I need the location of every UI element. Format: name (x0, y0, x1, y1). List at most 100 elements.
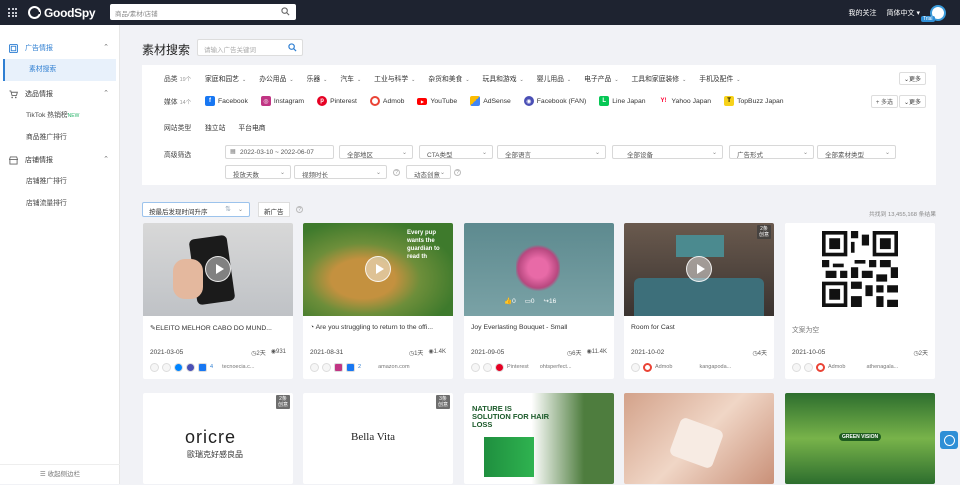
category-item[interactable]: 家庭和园艺 ⌄ (205, 73, 246, 83)
category-item[interactable]: 工具和家庭装修 ⌄ (632, 73, 687, 83)
search-icon[interactable] (288, 43, 297, 52)
chevron-up-icon[interactable]: ⌃ (103, 43, 109, 51)
ad-thumbnail[interactable]: Every pup wants the guardian to read th (303, 223, 453, 316)
ad-thumbnail[interactable]: 👍0 ▭0 ↪16 (464, 223, 614, 316)
ad-card[interactable]: Every pup wants the guardian to read th … (303, 223, 453, 379)
ad-card[interactable]: ORICRE 歐瑞克好感良品 2条 创意 (143, 393, 293, 484)
chevron-up-icon[interactable]: ⌃ (103, 89, 109, 97)
language-filter-select[interactable]: 全部语言 ⌄ (497, 145, 606, 159)
media-youtube[interactable]: ▶ YouTube (417, 97, 457, 105)
ad-days-select[interactable]: 投放天数 ⌄ (225, 165, 291, 179)
category-item[interactable]: 杂货和美食 ⌄ (428, 73, 469, 83)
sidebar-item-store-traffic-ranking[interactable]: 店铺流量排行 (0, 193, 119, 215)
category-item[interactable]: 婴儿用品 ⌄ (537, 73, 571, 83)
sort-select[interactable]: 按最后发现时间升序 ⇅ ⌄ (142, 202, 250, 217)
media-facebook-fan[interactable]: ◉ Facebook (FAN) (523, 96, 586, 106)
adsense-icon (470, 96, 481, 106)
category-item[interactable]: 工业与科学 ⌄ (374, 73, 415, 83)
painting-image (676, 235, 724, 257)
help-icon[interactable]: ? (454, 169, 461, 176)
chevron-up-icon[interactable]: ⌃ (103, 155, 109, 163)
ad-card[interactable]: ✎ELEITO MELHOR CABO DO MUND... 2021-03-0… (143, 223, 293, 379)
avatar[interactable]: Trial (921, 4, 946, 22)
sidebar-item-store-promo-ranking[interactable]: 店铺推广排行 (0, 171, 119, 193)
ad-thumbnail[interactable] (785, 223, 935, 316)
media-adsense[interactable]: AdSense (470, 96, 511, 106)
card-domain[interactable]: kangapoda... (699, 364, 731, 370)
device-icon (792, 362, 801, 372)
media-pinterest[interactable]: p Pinterest (317, 96, 357, 106)
language-select[interactable]: 简体中文 ▾ (887, 8, 920, 18)
eye-icon: ◉11.4K (586, 349, 607, 355)
device-icon (150, 362, 159, 372)
category-item[interactable]: 电子产品 ⌄ (584, 73, 618, 83)
category-label: 品类 19个 (164, 76, 192, 83)
keyword-search-input[interactable]: 请输入广告关键词 (197, 39, 303, 56)
cta-select[interactable]: CTA类型 ⌄ (419, 145, 493, 159)
sidebar-section-ad-intel[interactable]: 广告情报 ⌃ (0, 37, 119, 59)
card-footer: 4 tecnoecia.c... (150, 361, 288, 373)
top-bar: GoodSpy 商品/素材/店铺 我的关注 简体中文 ▾ Trial (0, 0, 960, 25)
messenger-icon (174, 362, 183, 372)
search-icon[interactable] (281, 7, 290, 16)
card-domain[interactable]: tecnoecia.c... (222, 364, 254, 370)
category-more-button[interactable]: ⌄更多 (898, 71, 926, 85)
material-type-select[interactable]: 全部素材类型 ⌄ (817, 145, 896, 159)
trial-badge: Trial (921, 15, 935, 22)
ad-card[interactable]: NATURE IS SOLUTION FOR HAIR LOSS (464, 393, 614, 484)
media-facebook[interactable]: f Facebook (205, 96, 248, 106)
ad-thumbnail[interactable]: 2条 创意 (624, 223, 774, 316)
ad-card[interactable]: Bella Vita 3条 创意 (303, 393, 453, 484)
device-select[interactable]: 全部设备 ⌄ (612, 145, 723, 159)
help-icon[interactable]: ? (393, 169, 400, 176)
media-more-button[interactable]: ⌄更多 (898, 94, 926, 108)
collapse-sidebar-button[interactable]: ☰ 收起侧边栏 (0, 464, 120, 484)
sidebar-item-tiktok-hot[interactable]: TikTok 热销榜NEW (0, 105, 119, 127)
category-item[interactable]: 汽车 ⌄ (340, 73, 361, 83)
logo[interactable]: GoodSpy (28, 5, 96, 20)
sidebar-section-product-intel[interactable]: 选品情报 ⌃ (0, 83, 119, 105)
media-admob[interactable]: Admob (369, 96, 404, 106)
date-range-picker[interactable]: ▦ 2022-03-10 ~ 2022-06-07 (225, 145, 334, 159)
help-icon[interactable]: ? (296, 206, 303, 213)
ad-card[interactable] (624, 393, 774, 484)
card-domain[interactable]: ohtsperfect... (540, 364, 572, 370)
category-item[interactable]: 玩具和游戏 ⌄ (483, 73, 524, 83)
multi-select-button[interactable]: + 多选 (870, 94, 898, 108)
site-type-platform[interactable]: 平台电商 (238, 122, 265, 132)
sidebar-item-material-search[interactable]: 素材搜索 (3, 59, 116, 81)
video-length-select[interactable]: 视频时长 ⌄ (294, 165, 387, 179)
global-search-input[interactable]: 商品/素材/店铺 (110, 4, 296, 20)
chat-support-button[interactable] (940, 431, 958, 449)
my-follow-link[interactable]: 我的关注 (849, 8, 877, 18)
card-domain[interactable]: athenagala... (866, 364, 898, 370)
new-ads-toggle[interactable]: 新广告 (258, 202, 290, 217)
admob-icon (643, 362, 652, 372)
qr-code-image (822, 231, 898, 307)
play-icon[interactable] (686, 256, 712, 282)
media-yahoo-japan[interactable]: Y! Yahoo Japan (658, 96, 711, 106)
media-line-japan[interactable]: L Line Japan (599, 96, 646, 106)
region-select[interactable]: 全部地区 ⌄ (339, 145, 413, 159)
play-icon[interactable] (205, 256, 231, 282)
ad-thumbnail[interactable] (143, 223, 293, 316)
ad-card[interactable]: GREEN VISION (785, 393, 935, 484)
media-topbuzz-japan[interactable]: T TopBuzz Japan (724, 96, 784, 106)
dynamic-creative-select[interactable]: 动态创意 ⌄ (406, 165, 451, 179)
play-icon[interactable] (365, 256, 391, 282)
ad-card[interactable]: 2条 创意 Room for Cast 2021-10-02 ◷4天 Admob… (624, 223, 774, 379)
sidebar-item-product-ranking[interactable]: 商品推广排行 (0, 127, 119, 149)
ad-format-select[interactable]: 广告形式 ⌄ (729, 145, 814, 159)
ad-card[interactable]: 👍0 ▭0 ↪16 Joy Everlasting Bouquet - Smal… (464, 223, 614, 379)
apps-grid-icon[interactable] (8, 8, 17, 17)
card-domain[interactable]: amazon.com (378, 364, 410, 370)
category-item[interactable]: 手机及配件 ⌄ (699, 73, 740, 83)
ad-card[interactable]: 文案为空 2021-10-05 ◷2天 Admob athenagala... (785, 223, 935, 379)
site-type-independent[interactable]: 独立站 (205, 122, 225, 132)
media-instagram[interactable]: ◎ Instagram (260, 96, 304, 106)
category-item[interactable]: 办公用品 ⌄ (259, 73, 293, 83)
category-item[interactable]: 乐器 ⌄ (307, 73, 328, 83)
card-stats: ◷2天 ◉931 (251, 348, 286, 357)
sidebar: 广告情报 ⌃ 素材搜索 选品情报 ⌃ TikTok 热销榜NEW 商品推广排行 … (0, 25, 120, 484)
sidebar-section-store-intel[interactable]: 店铺情报 ⌃ (0, 149, 119, 171)
